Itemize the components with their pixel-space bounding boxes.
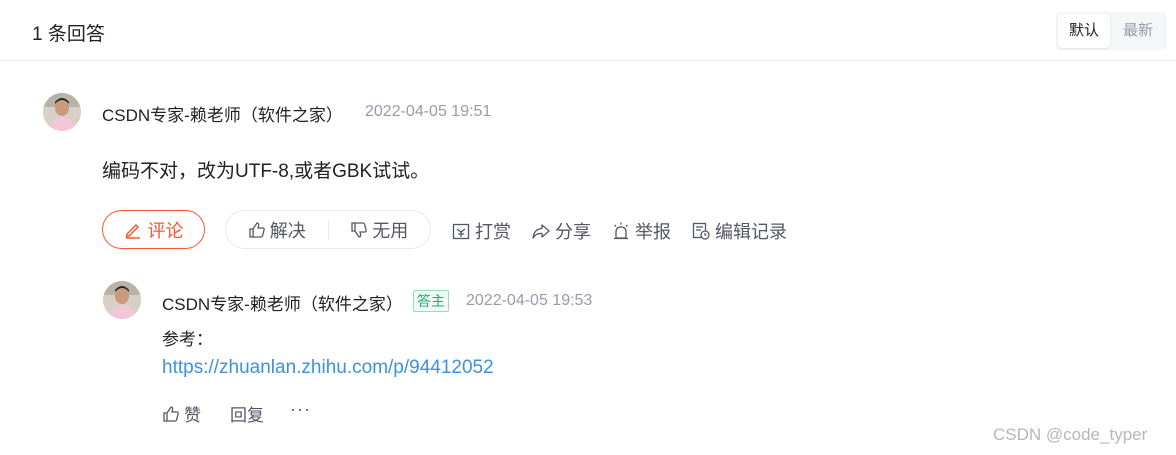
gift-icon xyxy=(451,221,471,241)
edit-history-icon xyxy=(691,221,711,241)
answer-author[interactable]: CSDN专家-赖老师（软件之家） xyxy=(102,101,343,126)
more-options-button[interactable]: ··· xyxy=(290,399,311,420)
useless-label: 无用 xyxy=(372,220,409,241)
answer-content: 编码不对，改为UTF-8,或者GBK试试。 xyxy=(102,161,430,182)
sort-default-button[interactable]: 默认 xyxy=(1058,14,1110,48)
answer-time: 2022-04-05 19:51 xyxy=(365,103,492,120)
share-button[interactable]: 分享 xyxy=(531,218,591,244)
sort-latest-button[interactable]: 最新 xyxy=(1112,14,1164,48)
reward-button[interactable]: 打赏 xyxy=(451,218,511,244)
share-label: 分享 xyxy=(555,222,591,242)
comment-button[interactable]: 评论 xyxy=(102,210,205,249)
answerer-badge: 答主 xyxy=(413,290,449,312)
pen-icon xyxy=(124,221,142,239)
reward-label: 打赏 xyxy=(475,222,511,242)
edit-history-label: 编辑记录 xyxy=(715,222,787,242)
solve-label: 解决 xyxy=(269,220,306,241)
reply-label: 回复 xyxy=(230,406,264,425)
report-button[interactable]: 举报 xyxy=(611,218,671,244)
reply-text: 参考： xyxy=(162,330,213,349)
report-icon xyxy=(611,221,631,241)
sort-toggle: 默认 最新 xyxy=(1056,12,1167,50)
solve-button[interactable]: 解决 xyxy=(226,211,328,248)
avatar[interactable] xyxy=(43,93,81,131)
reply-like-label: 赞 xyxy=(184,406,201,425)
thumb-down-icon xyxy=(350,221,368,239)
thumb-up-icon xyxy=(162,405,180,423)
reply-link[interactable]: https://zhuanlan.zhihu.com/p/94412052 xyxy=(162,357,494,379)
thumb-up-icon xyxy=(248,221,266,239)
edit-history-button[interactable]: 编辑记录 xyxy=(691,218,787,244)
useless-button[interactable]: 无用 xyxy=(329,211,431,248)
reply-avatar[interactable] xyxy=(103,281,141,319)
answer-count: 1 条回答 xyxy=(32,24,105,45)
share-icon xyxy=(531,221,551,241)
reply-time: 2022-04-05 19:53 xyxy=(466,292,593,309)
reply-author[interactable]: CSDN专家-赖老师（软件之家） xyxy=(162,290,403,315)
report-label: 举报 xyxy=(635,222,671,242)
watermark: CSDN @code_typer xyxy=(993,425,1148,444)
answers-header: 1 条回答 默认 最新 xyxy=(0,0,1176,61)
reply-like-button[interactable]: 赞 xyxy=(162,401,201,426)
comment-label: 评论 xyxy=(147,220,184,241)
reply-button[interactable]: 回复 xyxy=(230,401,264,426)
vote-group: 解决 无用 xyxy=(225,210,431,249)
